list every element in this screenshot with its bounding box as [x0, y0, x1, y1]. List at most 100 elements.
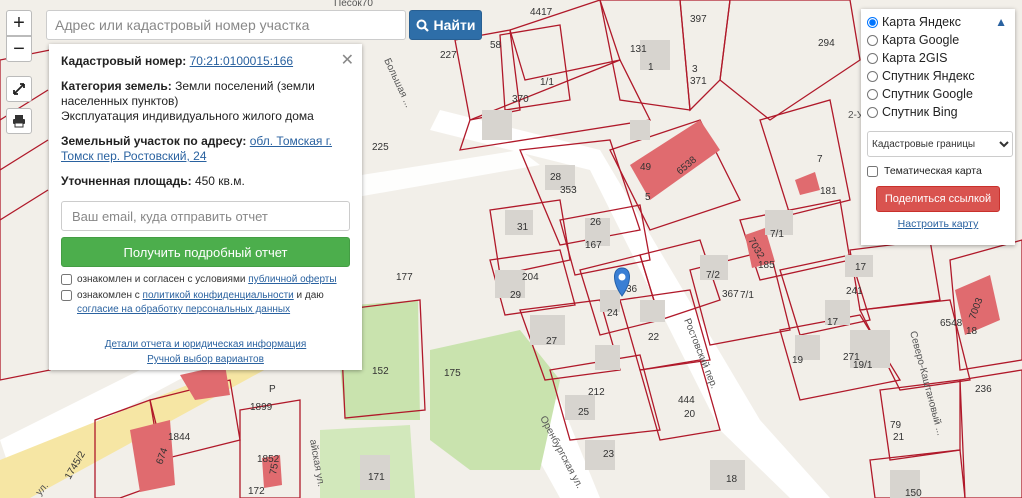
parcel-info-panel: ✕ Кадастровый номер: 70:21:0100015:166 К…: [49, 44, 362, 370]
cadastral-number-row: Кадастровый номер: 70:21:0100015:166: [61, 54, 350, 69]
map-label: 24: [607, 308, 619, 319]
map-label: 294: [818, 38, 835, 49]
layer-option-label: Карта 2GIS: [882, 51, 948, 65]
zoom-out-button[interactable]: −: [6, 36, 32, 62]
chevron-up-icon[interactable]: ▲: [995, 15, 1007, 29]
category-row: Категория земель: Земли поселений (земли…: [61, 79, 350, 124]
map-label: 79: [890, 420, 902, 431]
layer-option[interactable]: Спутник Google: [867, 85, 1009, 103]
agree1-text: ознакомлен и согласен с условиями: [77, 274, 246, 285]
map-label: 236: [975, 384, 992, 395]
fullscreen-button[interactable]: [6, 76, 32, 102]
configure-map-link[interactable]: Настроить карту: [867, 218, 1009, 230]
get-report-button[interactable]: Получить подробный отчет: [61, 237, 350, 267]
map-label: 152: [372, 366, 389, 377]
search-button[interactable]: Найти: [409, 10, 482, 40]
map-label: 1899: [250, 402, 273, 413]
map-label: 167: [585, 240, 602, 251]
map-label: 21: [893, 432, 905, 443]
layer-option[interactable]: Карта Google: [867, 31, 1009, 49]
map-label: 3: [692, 64, 698, 75]
layer-radio[interactable]: [867, 88, 878, 100]
cadastral-label: Кадастровый номер:: [61, 54, 187, 68]
layer-radio[interactable]: [867, 106, 878, 118]
layer-option-label: Карта Яндекс: [882, 15, 961, 29]
search-input[interactable]: [46, 10, 406, 40]
manual-selection-link[interactable]: Ручной выбор вариантов: [147, 354, 264, 365]
report-details-link[interactable]: Детали отчета и юридическая информация: [105, 339, 307, 350]
close-icon[interactable]: ✕: [341, 50, 354, 70]
layer-option-label: Карта Google: [882, 33, 960, 47]
map-label: 4417: [530, 7, 553, 18]
map-label: 227: [440, 50, 457, 61]
printer-icon: [13, 115, 25, 128]
map-label: 20: [684, 409, 696, 420]
layer-option-label: Спутник Яндекс: [882, 69, 975, 83]
layer-radio[interactable]: [867, 34, 878, 46]
map-label: 23: [603, 449, 615, 460]
map-label: 19: [792, 355, 804, 366]
search-button-label: Найти: [433, 17, 476, 33]
overlay-select[interactable]: Кадастровые границы: [867, 131, 1013, 157]
map-label: 29: [510, 290, 522, 301]
map-label: 7/1: [770, 229, 784, 240]
map-label: 17: [827, 317, 839, 328]
map-label: 177: [396, 272, 413, 283]
map-label: 241: [846, 286, 863, 297]
print-button[interactable]: [6, 108, 32, 134]
thematic-toggle[interactable]: Тематическая карта: [867, 165, 1009, 177]
map-label: 17: [855, 262, 867, 273]
email-field[interactable]: [61, 201, 350, 231]
agree2-text: ознакомлен с: [77, 290, 140, 301]
category-label: Категория земель:: [61, 79, 172, 93]
map-label: 1852: [257, 454, 280, 465]
map-label: 181: [820, 186, 837, 197]
privacy-checkbox[interactable]: [61, 290, 72, 301]
map-label: 172: [248, 486, 265, 497]
layer-radio[interactable]: [867, 70, 878, 82]
map-label: 175: [444, 368, 461, 379]
map-label: 1844: [168, 432, 191, 443]
share-link-button[interactable]: Поделиться ссылкой: [876, 186, 1000, 212]
map-label: 22: [648, 332, 660, 343]
data-consent-link[interactable]: согласие на обработку персональных данны…: [77, 304, 290, 315]
map-label: 28: [550, 172, 562, 183]
map-label: 6548: [940, 318, 963, 329]
layer-option[interactable]: Карта 2GIS: [867, 49, 1009, 67]
cadastral-number-link[interactable]: 70:21:0100015:166: [190, 54, 293, 68]
layer-radio[interactable]: [867, 52, 878, 64]
public-offer-link[interactable]: публичной оферты: [248, 274, 336, 285]
layer-option[interactable]: Спутник Bing: [867, 103, 1009, 121]
area-value: 450 кв.м.: [194, 174, 245, 188]
privacy-policy-link[interactable]: политикой конфиденциальности: [143, 290, 294, 301]
map-label: 444: [678, 395, 695, 406]
layer-option[interactable]: Карта Яндекс: [867, 13, 1009, 31]
map-label: 371: [690, 76, 707, 87]
layer-radio[interactable]: [867, 16, 878, 28]
map-label: 204: [522, 272, 539, 283]
map-label: 353: [560, 185, 577, 196]
map-label: 7/2: [706, 270, 720, 281]
map-label: 171: [368, 472, 385, 483]
map-label: 150: [905, 488, 922, 498]
search-icon: [416, 19, 429, 32]
map-label: 25: [578, 407, 590, 418]
address-label: Земельный участок по адресу:: [61, 134, 247, 148]
map-label: 397: [690, 14, 707, 25]
map-label: 7: [817, 154, 823, 165]
offer-agreement: ознакомлен и согласен с условиями публич…: [61, 273, 350, 287]
thematic-label: Тематическая карта: [884, 165, 982, 177]
map-label: 185: [758, 260, 775, 271]
zoom-in-button[interactable]: +: [6, 10, 32, 36]
map-label: 18: [966, 326, 978, 337]
map-label: 19/1: [853, 360, 873, 371]
map-label: 367: [722, 289, 739, 300]
offer-checkbox[interactable]: [61, 274, 72, 285]
thematic-checkbox[interactable]: [867, 165, 878, 177]
map-label: 7/1: [740, 290, 754, 301]
agree2-mid: и даю: [296, 290, 324, 301]
layer-option[interactable]: Спутник Яндекс: [867, 67, 1009, 85]
layer-option-label: Спутник Google: [882, 87, 973, 101]
address-row: Земельный участок по адресу: обл. Томска…: [61, 134, 350, 164]
map-label: 370: [512, 94, 529, 105]
